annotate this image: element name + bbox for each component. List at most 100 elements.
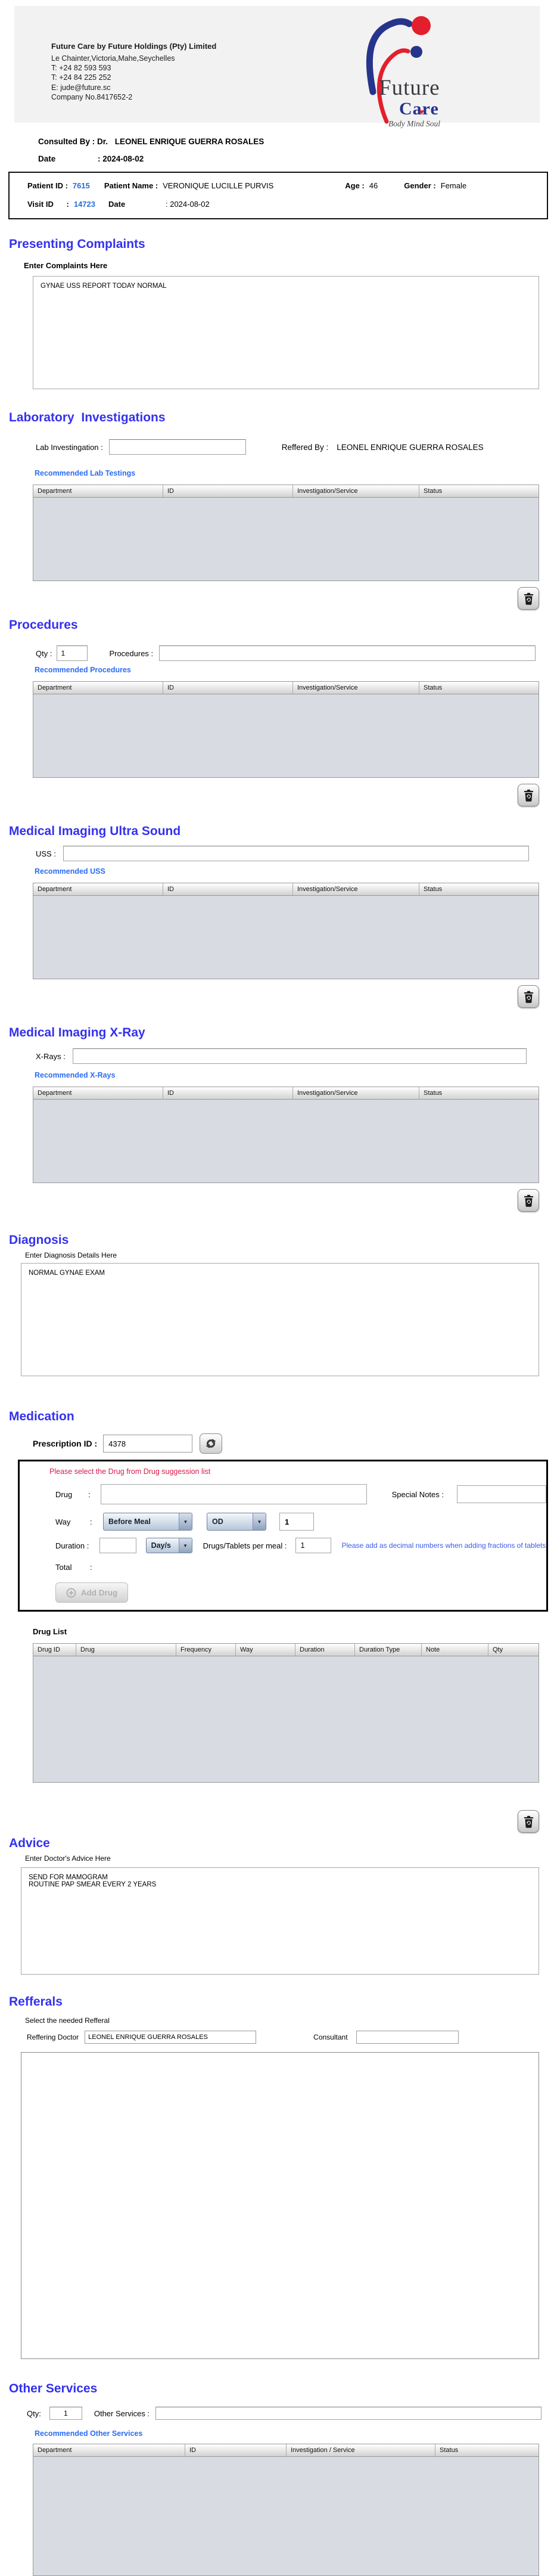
trash-icon xyxy=(524,592,533,605)
drug-delete-button[interactable] xyxy=(518,1810,539,1833)
col-status: Status xyxy=(424,684,443,691)
duration-input[interactable] xyxy=(99,1538,136,1553)
refferal-list-box[interactable] xyxy=(21,2052,539,2359)
way-select[interactable]: Before Meal ▼ xyxy=(103,1513,192,1531)
xray-table-body[interactable] xyxy=(33,1100,539,1183)
drug-input[interactable] xyxy=(100,1484,367,1504)
drug-list-table: Drug ID Drug Frequency Way Duration Dura… xyxy=(33,1643,539,1783)
lab-results-table: Department ID Investigation/Service Stat… xyxy=(33,485,539,581)
lab-delete-button[interactable] xyxy=(518,587,539,610)
colon: : xyxy=(90,1517,92,1526)
drug-suggestion-warning: Please select the Drug from Drug suggess… xyxy=(49,1467,211,1476)
diagnosis-textarea[interactable]: NORMAL GYNAE EXAM xyxy=(21,1263,539,1376)
xray-field-row: X-Rays : xyxy=(36,1048,554,1064)
lab-investigation-input[interactable] xyxy=(108,439,246,455)
procedures-qty-label: Qty : xyxy=(36,648,52,658)
drug-trash-row xyxy=(0,1810,539,1833)
visit-id-label: Visit ID : xyxy=(27,200,69,209)
complaints-textarea[interactable]: GYNAE USS REPORT TODAY NORMAL xyxy=(33,276,539,389)
special-notes-label: Special Notes : xyxy=(391,1489,444,1499)
uss-delete-button[interactable] xyxy=(518,985,539,1008)
procedures-qty-input[interactable] xyxy=(57,645,88,661)
section-title-procedures: Procedures xyxy=(9,618,78,632)
diagnosis-label: Enter Diagnosis Details Here xyxy=(25,1251,117,1259)
uss-table-body[interactable] xyxy=(33,896,539,979)
other-qty-label: Qty: xyxy=(27,2409,41,2418)
advice-label: Enter Doctor's Advice Here xyxy=(25,1854,111,1863)
per-meal-input[interactable] xyxy=(295,1538,331,1553)
visit-date-value: : 2024-08-02 xyxy=(166,200,210,209)
uss-label: USS : xyxy=(36,849,56,858)
reffering-doctor-label: Reffering Doctor xyxy=(27,2033,79,2041)
xray-delete-button[interactable] xyxy=(518,1189,539,1212)
col-qty: Qty xyxy=(493,1646,503,1653)
procedures-table-body[interactable] xyxy=(33,694,539,778)
col-investigation-service: Investigation/Service xyxy=(293,1087,419,1099)
reffering-doctor-input[interactable] xyxy=(85,2031,257,2044)
section-title-other-services: Other Services xyxy=(9,2382,98,2395)
consult-date-row: Date : 2024-08-02 xyxy=(38,154,554,163)
way-row: Way : Before Meal ▼ OD ▼ xyxy=(55,1513,546,1531)
drug-list-table-body[interactable] xyxy=(33,1656,539,1783)
chevron-down-icon: ▼ xyxy=(178,1538,192,1553)
col-duration: Duration xyxy=(295,1644,355,1656)
per-meal-label: Drugs/Tablets per meal : xyxy=(203,1541,287,1550)
patient-info-box: Patient ID : 7615 Patient Name : VERONIQ… xyxy=(8,172,548,219)
consultant-input[interactable] xyxy=(356,2031,459,2044)
procedures-input[interactable] xyxy=(159,645,536,661)
col-investigation-service: Investigation/Service xyxy=(293,883,419,895)
company-email: E: jude@future.sc xyxy=(51,83,111,92)
uss-input[interactable] xyxy=(63,846,529,861)
drug-list-label: Drug List xyxy=(33,1627,67,1636)
xray-input[interactable] xyxy=(72,1048,527,1064)
procedures-table: Department ID Investigation/Service Stat… xyxy=(33,681,539,778)
other-services-input[interactable] xyxy=(155,2407,542,2420)
frequency-select-value: OD xyxy=(212,1517,223,1526)
company-phone2: T: +24 84 225 252 xyxy=(51,73,111,82)
gender-value: Female xyxy=(440,181,467,190)
section-title-presenting-complaints: Presenting Complaints xyxy=(9,237,145,251)
other-qty-input[interactable] xyxy=(49,2407,82,2420)
chevron-down-icon: ▼ xyxy=(179,1513,192,1530)
recommended-lab-testings-label: Recommended Lab Testings xyxy=(35,469,136,477)
special-notes-input[interactable] xyxy=(457,1485,546,1503)
recommended-other-services-label: Recommended Other Services xyxy=(35,2429,143,2438)
other-services-table-body[interactable] xyxy=(33,2457,539,2576)
total-label: Total xyxy=(55,1563,72,1572)
col-department: Department xyxy=(33,682,163,694)
company-logo: Future Care ♥ Body Mind Soul xyxy=(344,8,463,128)
uss-table: Department ID Investigation/Service Stat… xyxy=(33,883,539,979)
prescription-refresh-button[interactable] xyxy=(200,1433,223,1454)
visit-id-value: 14723 xyxy=(73,200,95,209)
section-title-medication: Medication xyxy=(9,1410,74,1423)
add-drug-label: Add Drug xyxy=(80,1588,118,1597)
refferal-row: Reffering Doctor Consultant xyxy=(27,2031,554,2044)
company-header: Future Care by Future Holdings (Pty) Lim… xyxy=(14,6,540,128)
add-drug-button[interactable]: Add Drug xyxy=(55,1582,128,1603)
col-investigation-service: Investigation/Service xyxy=(293,485,419,497)
colon: : xyxy=(90,1563,92,1572)
lab-table-body[interactable] xyxy=(33,498,539,581)
col-department: Department xyxy=(33,2444,185,2456)
total-row: Total : xyxy=(55,1563,546,1572)
patient-name-label: Patient Name : xyxy=(104,181,158,190)
reffered-by-label: Reffered By : xyxy=(281,442,329,452)
procedures-delete-button[interactable] xyxy=(518,784,539,806)
way-qty-input[interactable] xyxy=(279,1513,314,1531)
lab-field-row: Lab Investingation : Reffered By : LEONE… xyxy=(36,439,554,455)
col-id: ID xyxy=(163,682,293,694)
recommended-xray-label: Recommended X-Rays xyxy=(35,1071,116,1079)
col-id: ID xyxy=(163,883,293,895)
xray-label: X-Rays : xyxy=(36,1051,66,1061)
patient-name-value: VERONIQUE LUCILLE PURVIS xyxy=(163,181,274,190)
duration-unit-select[interactable]: Day/s ▼ xyxy=(145,1538,192,1553)
refferal-sub-label: Select the needed Refferal xyxy=(25,2016,110,2025)
chevron-down-icon: ▼ xyxy=(253,1513,266,1530)
col-frequency: Frequency xyxy=(176,1644,236,1656)
trash-icon xyxy=(524,789,533,802)
col-note: Note xyxy=(422,1644,488,1656)
advice-textarea[interactable]: SEND FOR MAMOGRAM ROUTINE PAP SMEAR EVER… xyxy=(21,1867,539,1975)
xray-trash-row xyxy=(0,1189,539,1212)
prescription-id-input[interactable] xyxy=(103,1435,193,1453)
frequency-select[interactable]: OD ▼ xyxy=(207,1513,266,1531)
